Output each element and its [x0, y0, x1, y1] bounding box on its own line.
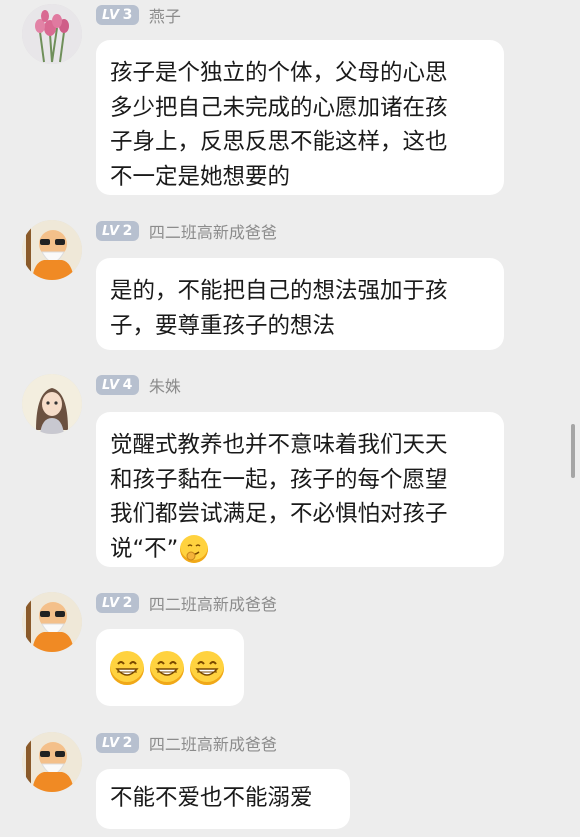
scrollbar-thumb[interactable]: [571, 424, 575, 478]
level-badge: LV 2: [96, 221, 139, 241]
grin-emoji-icon: [190, 650, 224, 685]
message-meta: LV 2 四二班高新成爸爸: [96, 732, 277, 754]
user-avatar[interactable]: [22, 4, 82, 64]
message-meta: LV 2 四二班高新成爸爸: [96, 220, 277, 242]
cartoon-old-man-avatar-icon: [22, 220, 82, 280]
message-meta: LV 4 朱姝: [96, 374, 181, 396]
grin-emoji-icon: [110, 650, 144, 685]
message-meta: LV 3 燕子: [96, 4, 181, 26]
sender-name[interactable]: 四二班高新成爸爸: [149, 731, 277, 755]
message-line: 不一定是她想要的: [110, 163, 291, 190]
message-line: 我们都尝试满足，不必惧怕对孩子: [110, 501, 448, 527]
level-badge: LV 3: [96, 5, 139, 25]
message-line: 孩子是个独立的个体，父母的心思: [110, 60, 448, 86]
message-line: 和孩子黏在一起，孩子的每个愿望: [110, 466, 448, 493]
message-meta: LV 2 四二班高新成爸爸: [96, 592, 277, 614]
level-badge: LV 4: [96, 375, 139, 395]
level-badge: LV 2: [96, 733, 139, 753]
flower-avatar-icon: [22, 4, 82, 64]
message-line: 是的，不能把自己的想法强加于孩: [110, 278, 448, 304]
message-line: 子，要尊重孩子的想法: [110, 312, 336, 339]
cartoon-old-man-avatar-icon: [22, 592, 82, 652]
message-bubble[interactable]: 是的，不能把自己的想法强加于孩 子，要尊重孩子的想法: [96, 258, 504, 350]
message-bubble[interactable]: 孩子是个独立的个体，父母的心思 多少把自己未完成的心愿加诸在孩 子身上，反思反思…: [96, 40, 504, 195]
level-badge: LV 2: [96, 593, 139, 613]
message-bubble[interactable]: 不能不爱也不能溺爱: [96, 769, 350, 829]
sender-name[interactable]: 四二班高新成爸爸: [149, 591, 277, 615]
user-avatar[interactable]: [22, 592, 82, 652]
message-line: 不能不爱也不能溺爱: [110, 785, 313, 811]
message-bubble[interactable]: [96, 629, 244, 706]
chat-screen: { "messages": [ { "level_prefix": "LV", …: [0, 0, 580, 837]
smirk-emoji-icon: [180, 535, 209, 563]
girl-avatar-icon: [22, 374, 82, 434]
message-bubble[interactable]: 觉醒式教养也并不意味着我们天天 和孩子黏在一起，孩子的每个愿望 我们都尝试满足，…: [96, 412, 504, 567]
cartoon-old-man-avatar-icon: [22, 732, 82, 792]
sender-name[interactable]: 朱姝: [149, 373, 181, 397]
grin-emoji-icon: [150, 650, 184, 685]
user-avatar[interactable]: [22, 374, 82, 434]
sender-name[interactable]: 四二班高新成爸爸: [149, 219, 277, 243]
user-avatar[interactable]: [22, 220, 82, 280]
message-line: 多少把自己未完成的心愿加诸在孩: [110, 94, 448, 121]
user-avatar[interactable]: [22, 732, 82, 792]
message-line: 觉醒式教养也并不意味着我们天天: [110, 432, 448, 458]
sender-name[interactable]: 燕子: [149, 3, 181, 27]
message-line: 子身上，反思反思不能这样，这也: [110, 129, 448, 155]
message-line: 说“不”: [110, 532, 490, 567]
